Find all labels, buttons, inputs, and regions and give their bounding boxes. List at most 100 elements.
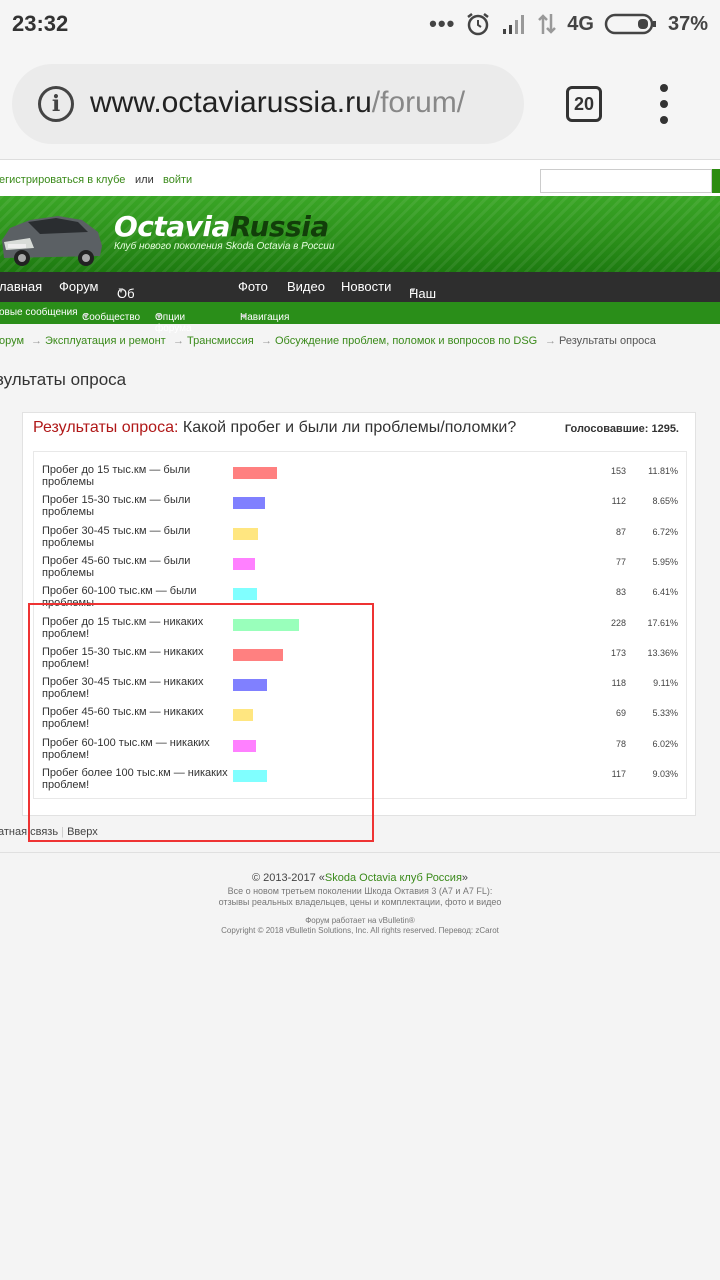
subnav-new-posts[interactable]: овые сообщения [0,307,78,318]
poll-option-percent: 13.36% [647,647,678,658]
caret-down-icon: ▼ [409,286,417,295]
poll-option-count: 117 [611,769,626,779]
poll-option-percent: 11.81% [648,466,678,476]
poll-option-label: Пробег 30-45 тыс.км — были проблемы [42,524,191,549]
address-bar[interactable]: i www.octaviarussia.ru/forum/ [12,64,524,144]
caret-down-icon: ▼ [117,286,125,295]
poll-option-percent: 17.61% [647,617,678,628]
poll-voters-count: Голосовавшие: 1295. [564,423,679,435]
breadcrumb-transmission[interactable]: Трансмиссия [187,335,254,347]
poll-option-bar [233,467,278,479]
breadcrumb-arrow-icon: → [173,335,184,347]
breadcrumb-arrow-icon: → [31,335,42,347]
data-transfer-icon [538,14,557,34]
nav-video[interactable]: Видео [287,279,325,294]
page-title: зультаты опроса [0,370,127,389]
url-host: www.octaviarussia.ru [90,86,372,119]
poll-option-percent: 9.03% [652,769,678,779]
poll-option-count: 173 [610,647,626,658]
back-to-top-link[interactable]: Вверх [67,826,98,838]
nav-photo[interactable]: Фото [238,279,268,294]
poll-option-percent: 6.02% [652,738,678,749]
poll-option-bar [233,497,266,510]
top-links: егистрироваться в клубе или войти [0,160,720,196]
breadcrumb: орум → Эксплуатация и ремонт → Трансмисс… [0,332,720,350]
search-button[interactable] [712,169,720,193]
or-text: или [135,174,154,186]
poll-option-count: 83 [615,587,626,598]
poll-option-count: 228 [610,617,626,628]
alarm-icon [467,13,490,36]
footer: © 2013-2017 «Skoda Octavia клуб Россия» … [0,872,720,936]
footer-vbulletin: Форум работает на vBulletin® Copyright © … [221,916,499,935]
url-path: /forum/ [371,86,466,119]
site-slogan: Клуб нового поколения Skoda Octavia в Ро… [114,241,335,252]
divider [0,852,720,853]
search-input[interactable] [540,169,712,193]
poll-option-count: 77 [615,556,626,567]
highlight-annotation [28,603,374,842]
poll-title: Результаты опроса: Какой пробег и были л… [33,419,517,436]
main-nav: лавная Форум Об автомобиле ▼ Фото Видео … [0,272,720,316]
more-notifications-icon: ••• [429,11,456,36]
nav-home[interactable]: лавная [0,279,42,294]
network-type: 4G [567,12,594,35]
signal-icon [503,15,525,34]
poll-option-percent: 8.65% [652,496,678,507]
info-icon[interactable]: i [38,86,74,122]
poll-option-count: 87 [615,526,626,537]
poll-option-label: Пробег 45-60 тыс.км — были проблемы [42,554,191,579]
car-logo-image [2,216,102,266]
breadcrumb-arrow-icon: → [545,335,556,347]
poll-option-percent: 5.95% [652,556,678,567]
poll-option-row: Пробег 15-30 тыс.км — были проблемы 112 8.… [34,494,688,524]
browser-toolbar: i www.octaviarussia.ru/forum/ 20 [0,50,720,160]
login-link[interactable]: войти [163,174,192,186]
poll-option-label: Пробег 15-30 тыс.км — были проблемы [42,494,191,519]
nav-forum[interactable]: Форум [59,279,99,294]
poll-option-row: Пробег 45-60 тыс.км — были проблемы 77 5.9… [34,555,688,585]
nav-news[interactable]: Новости [341,279,391,294]
breadcrumb-arrow-icon: → [261,335,272,347]
breadcrumb-dsg-thread[interactable]: Обсуждение проблем, поломок и вопросов п… [275,335,537,347]
footer-description: Все о новом третьем поколении Шкода Окта… [218,886,502,907]
status-icons: ••• 4G 37% [429,11,708,37]
web-page: егистрироваться в клубе или войти Octavi… [0,160,720,1280]
breadcrumb-maintenance[interactable]: Эксплуатация и ремонт [45,335,166,347]
caret-down-icon: ▼ [82,312,90,321]
caret-down-icon: ▼ [155,312,163,321]
site-logo[interactable]: OctaviaRussia [114,210,329,243]
site-banner[interactable]: OctaviaRussia Клуб нового поколения Skod… [0,196,720,272]
poll-option-row: Пробег до 15 тыс.км — были проблемы 153 11… [34,464,688,494]
footer-club-link[interactable]: Skoda Octavia клуб Россия [325,872,462,884]
breadcrumb-forum[interactable]: орум [0,335,24,347]
tab-switcher-button[interactable]: 20 [566,86,602,122]
poll-option-label: Пробег до 15 тыс.км — были проблемы [42,464,191,488]
breadcrumb-current: Результаты опроса [559,335,656,347]
poll-option-count: 118 [611,678,626,689]
sub-nav: овые сообщения Сообщество ▼ Опции форума… [0,302,720,334]
poll-option-bar [233,588,258,601]
caret-down-icon: ▼ [240,312,248,321]
bottom-links: атная связь | Вверх [0,826,98,838]
feedback-link[interactable]: атная связь [0,826,58,838]
poll-option-percent: 6.72% [652,526,678,537]
poll-option-count: 69 [615,708,626,719]
battery-icon [604,13,656,35]
poll-option-bar [233,527,259,540]
menu-kebab-icon[interactable] [660,84,668,124]
footer-copyright: © 2013-2017 «Skoda Octavia клуб Россия» [251,872,469,884]
poll-option-bar [233,557,256,570]
poll-option-count: 78 [615,738,626,749]
poll-option-percent: 9.11% [653,678,678,689]
battery-level: 37% [667,12,708,35]
register-link[interactable]: егистрироваться в клубе [0,174,125,186]
url-text[interactable]: www.octaviarussia.ru/forum/ [90,86,465,120]
poll-option-count: 112 [611,496,626,507]
poll-option-percent: 5.33% [652,708,678,719]
status-bar: 23:32 ••• 4G 37% [0,0,720,50]
poll-option-count: 153 [610,466,626,476]
poll-option-row: Пробег 30-45 тыс.км — были проблемы 87 6.7… [34,525,688,555]
poll-option-percent: 6.41% [652,587,678,598]
status-time: 23:32 [12,11,69,36]
